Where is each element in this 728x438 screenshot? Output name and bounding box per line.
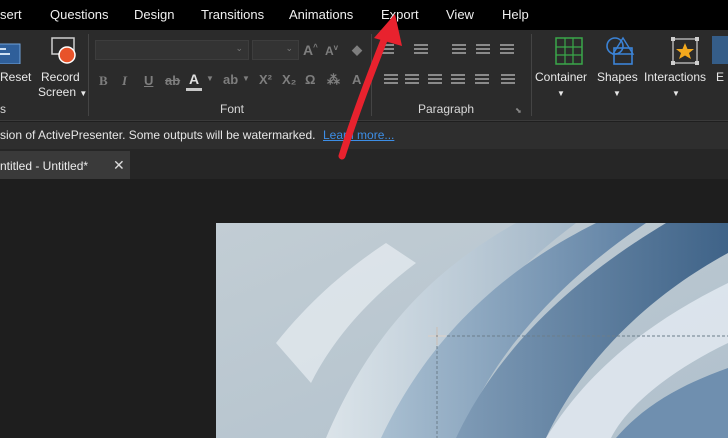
shapes-button[interactable]: Shapes ▼ — [596, 36, 638, 98]
menu-animations[interactable]: Animations — [289, 0, 353, 30]
superscript-icon[interactable]: X² — [259, 72, 272, 87]
shrink-font-icon[interactable]: Av — [325, 43, 338, 58]
highlight-icon[interactable]: ab — [223, 72, 238, 87]
menu-insert[interactable]: sert — [0, 0, 22, 30]
symbol-icon[interactable]: Ω — [305, 72, 315, 87]
font-color-bar — [186, 88, 202, 91]
font-group-label: Font — [220, 102, 245, 116]
text-effects-icon[interactable]: A — [352, 72, 361, 87]
chevron-down-icon[interactable]: ▼ — [206, 74, 214, 83]
numbering-icon[interactable] — [414, 44, 428, 56]
justify-icon[interactable] — [451, 74, 465, 86]
menu-export[interactable]: Export — [381, 0, 419, 30]
wallpaper-image — [216, 223, 728, 438]
chevron-down-icon: ▼ — [79, 89, 88, 98]
bullets-icon[interactable] — [380, 44, 394, 56]
menu-design[interactable]: Design — [134, 0, 174, 30]
chevron-down-icon: ▼ — [557, 89, 565, 98]
slide-canvas[interactable] — [216, 223, 728, 438]
divider — [531, 34, 532, 116]
reset-label: Reset — [0, 70, 32, 84]
left-group-label: s — [0, 102, 6, 116]
menu-bar: sert Questions Design Transitions Animat… — [0, 0, 728, 30]
shapes-label: Shapes — [597, 70, 638, 84]
ribbon: Reset Record Screen ▼ s ⌄ ⌄ A^ Av ◆ B I … — [0, 30, 728, 121]
interactions-button[interactable]: Interactions ▼ — [643, 36, 709, 98]
decrease-indent-icon[interactable] — [452, 44, 466, 56]
record-label-2: Screen — [38, 85, 77, 99]
subscript-icon[interactable]: X₂ — [282, 72, 296, 87]
menu-transitions[interactable]: Transitions — [201, 0, 264, 30]
strikethrough-icon[interactable]: ab — [165, 73, 180, 88]
record-screen-button[interactable]: Record Screen ▼ — [37, 36, 87, 99]
reset-button[interactable]: Reset — [0, 36, 31, 84]
chevron-down-icon: ⌄ — [235, 43, 243, 53]
shapes-icon — [605, 36, 634, 65]
menu-view[interactable]: View — [446, 0, 474, 30]
paragraph-group-label: Paragraph — [418, 102, 475, 116]
increase-indent-icon[interactable] — [476, 44, 490, 56]
underline-icon[interactable]: U — [144, 73, 153, 88]
align-center-icon[interactable] — [405, 74, 419, 86]
chevron-down-icon: ▼ — [672, 89, 680, 98]
container-button[interactable]: Container ▼ — [533, 36, 591, 98]
chevron-down-icon[interactable]: ▼ — [242, 74, 250, 83]
divider — [88, 34, 89, 116]
document-tab-bar: ntitled - Untitled* ✕ — [0, 149, 728, 179]
container-icon — [555, 37, 583, 65]
record-screen-icon — [51, 37, 76, 64]
close-icon[interactable]: ✕ — [113, 157, 125, 174]
interactions-icon — [671, 37, 699, 65]
font-size-dropdown[interactable]: ⌄ — [252, 40, 299, 60]
document-tab-label: ntitled - Untitled* — [0, 159, 89, 173]
reset-icon — [0, 43, 21, 65]
align-right-icon[interactable] — [428, 74, 442, 86]
truncated-ribbon-icon — [712, 36, 728, 64]
document-tab[interactable]: ntitled - Untitled* ✕ — [0, 151, 130, 179]
trial-notice-bar: sion of ActivePresenter. Some outputs wi… — [0, 122, 728, 149]
divider — [371, 34, 372, 116]
font-family-dropdown[interactable]: ⌄ — [95, 40, 249, 60]
chevron-down-icon: ⌄ — [285, 43, 293, 53]
clear-format-icon[interactable]: ◆ — [352, 42, 362, 58]
vertical-align-icon[interactable] — [501, 74, 515, 86]
bold-icon[interactable]: B — [99, 73, 108, 89]
notice-text: sion of ActivePresenter. Some outputs wi… — [0, 128, 316, 142]
text-direction-icon[interactable] — [475, 74, 489, 86]
container-label: Container — [535, 70, 588, 84]
line-spacing-icon[interactable] — [500, 44, 514, 56]
case-icon[interactable]: ⁂ — [327, 72, 340, 88]
grow-font-icon[interactable]: A^ — [303, 42, 318, 58]
align-left-icon[interactable] — [384, 74, 398, 86]
menu-questions[interactable]: Questions — [50, 0, 109, 30]
italic-icon[interactable]: I — [122, 73, 127, 89]
dialog-launcher-icon[interactable]: ⬊ — [515, 106, 522, 115]
learn-more-link[interactable]: Learn more... — [323, 128, 394, 142]
truncated-ribbon-button[interactable]: E — [716, 70, 728, 85]
interactions-label: Interactions — [644, 70, 707, 84]
chevron-down-icon: ▼ — [613, 89, 621, 98]
record-label-1: Record — [41, 70, 80, 84]
font-color-icon[interactable]: A — [189, 71, 199, 87]
menu-help[interactable]: Help — [502, 0, 529, 30]
